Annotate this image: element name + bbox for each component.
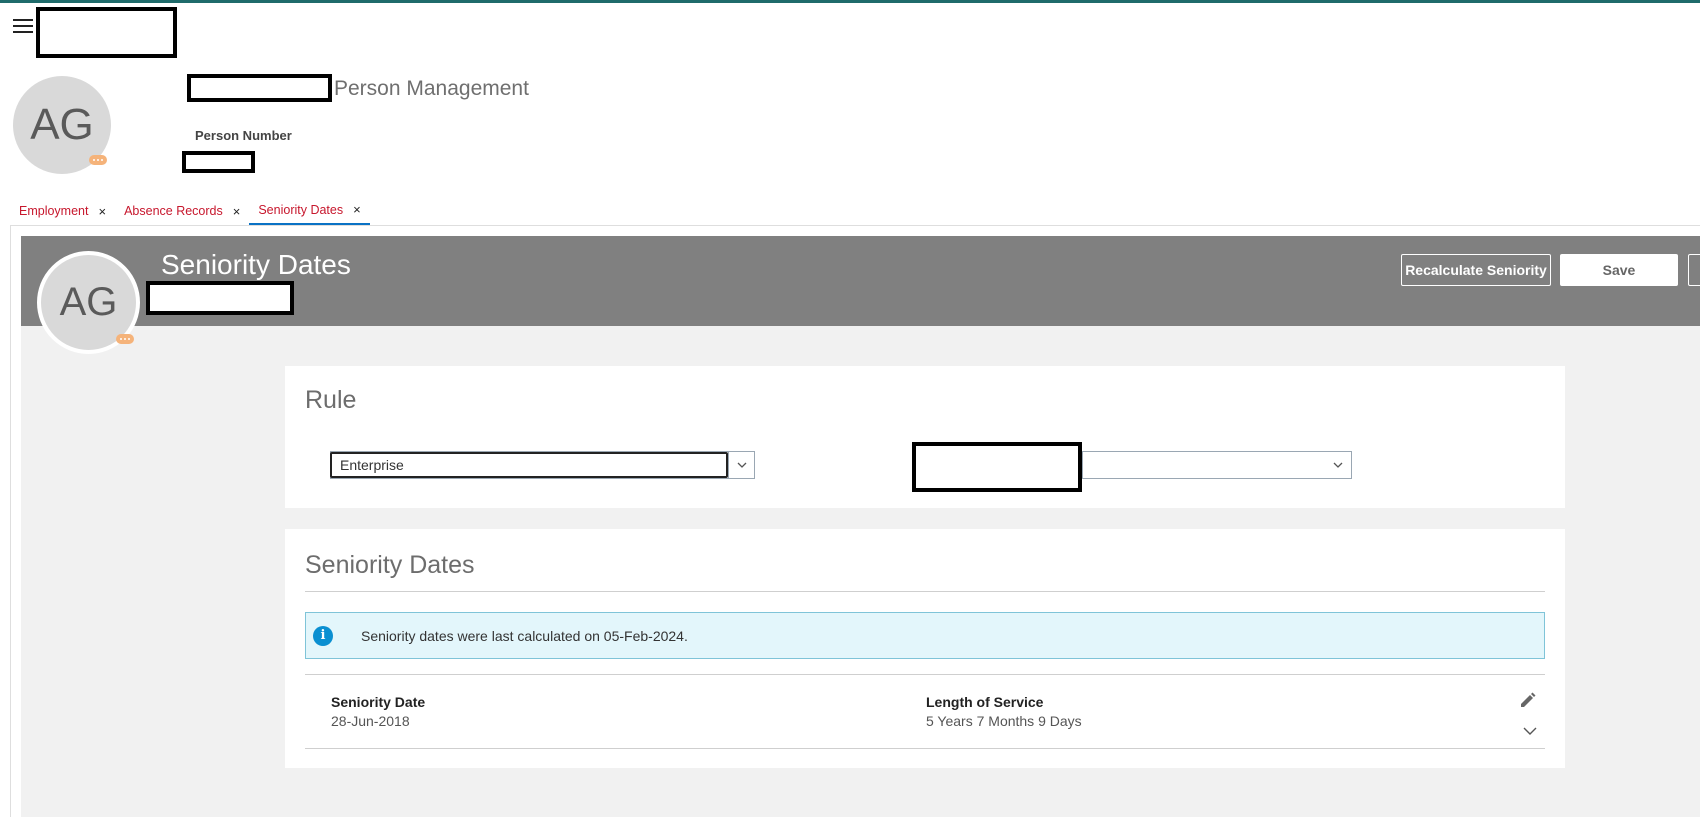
divider [305,674,1545,675]
tab-label: Seniority Dates [258,202,344,217]
redacted-banner-name [146,281,294,315]
rule-card-title: Rule [305,386,357,414]
close-icon[interactable]: × [353,202,361,217]
seniority-dates-card: Seniority Dates i Seniority dates were l… [285,529,1565,768]
recalculate-seniority-button[interactable]: Recalculate Seniority [1401,254,1551,286]
seniority-date-label: Seniority Date [331,694,426,710]
redacted-logo [36,7,177,58]
avatar-initials: AG [59,280,118,324]
length-of-service-label: Length of Service [926,694,1044,710]
chevron-down-icon[interactable] [1325,452,1351,478]
tab-bar: Employment × Absence Records × Seniority… [10,196,370,226]
save-button[interactable]: Save [1560,254,1678,286]
rule-select[interactable]: Enterprise [330,451,755,479]
hamburger-menu-icon[interactable] [13,19,33,35]
info-icon: i [313,625,333,646]
tab-employment[interactable]: Employment × [10,196,115,226]
person-number-label: Person Number [195,128,292,143]
info-message: i Seniority dates were last calculated o… [305,612,1545,659]
page-title: Person Management [334,77,529,100]
top-accent-border [0,0,1700,3]
divider [305,591,1545,592]
banner-title: Seniority Dates [161,249,351,280]
tab-seniority-dates[interactable]: Seniority Dates × [249,196,370,226]
more-options-badge-icon[interactable] [89,155,107,165]
overflow-button[interactable] [1688,254,1700,286]
redacted-person-number [182,151,255,173]
secondary-select-value[interactable] [1083,452,1325,478]
rule-select-value[interactable]: Enterprise [330,452,728,478]
length-of-service-value: 5 Years 7 Months 9 Days [926,713,1082,729]
tab-label: Absence Records [124,204,223,218]
close-icon[interactable]: × [98,204,106,219]
divider [305,748,1545,749]
redacted-field-label [912,442,1082,492]
avatar-initials: AG [30,100,94,149]
chevron-down-icon[interactable] [728,452,754,478]
secondary-rule-select[interactable] [1082,451,1352,479]
seniority-card-title: Seniority Dates [305,551,475,579]
tab-label: Employment [19,204,89,218]
expand-chevron-icon[interactable] [1522,724,1538,736]
seniority-date-value: 28-Jun-2018 [331,713,410,729]
more-options-badge-icon[interactable] [116,334,134,344]
redacted-person-name [187,74,332,102]
edit-pencil-icon[interactable] [1518,692,1538,710]
info-message-text: Seniority dates were last calculated on … [361,627,688,644]
close-icon[interactable]: × [233,204,241,219]
tab-absence-records[interactable]: Absence Records × [115,196,249,226]
